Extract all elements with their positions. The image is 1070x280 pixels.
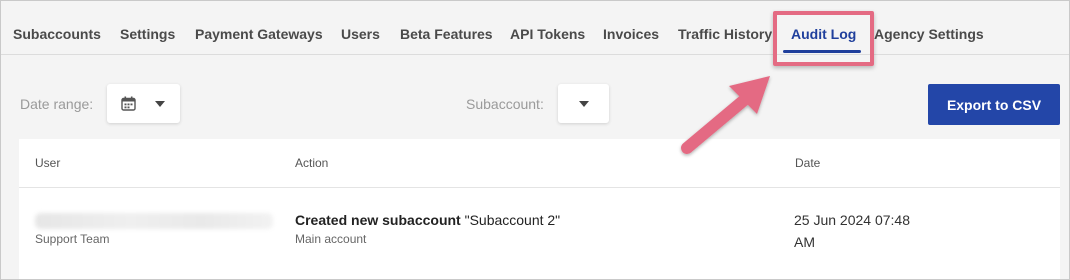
tab-settings[interactable]: Settings	[120, 26, 175, 42]
chevron-down-icon	[155, 101, 165, 107]
action-text: Created new subaccount "Subaccount 2"	[295, 212, 560, 228]
action-title: Created new subaccount	[295, 212, 461, 228]
tab-api-tokens[interactable]: API Tokens	[510, 26, 585, 42]
column-header-action: Action	[295, 156, 329, 170]
highlight-annotation-box	[773, 11, 874, 66]
tab-subaccounts[interactable]: Subaccounts	[13, 26, 101, 42]
tab-beta-features[interactable]: Beta Features	[400, 26, 493, 42]
pointer-arrow-annotation	[681, 76, 770, 154]
tab-payment-gateways[interactable]: Payment Gateways	[195, 26, 323, 42]
date-range-picker[interactable]	[107, 84, 180, 123]
redacted-user-name	[35, 213, 273, 229]
tab-invoices[interactable]: Invoices	[603, 26, 659, 42]
tab-agency-settings[interactable]: Agency Settings	[874, 26, 984, 42]
tab-users[interactable]: Users	[341, 26, 380, 42]
column-header-user: User	[35, 156, 61, 170]
subaccount-label: Subaccount:	[466, 96, 544, 112]
date-cell: 25 Jun 2024 07:48 AM	[794, 212, 910, 250]
audit-log-table: User Action Date Support Team Created ne…	[19, 139, 1060, 280]
tab-bar: Subaccounts Settings Payment Gateways Us…	[0, 0, 1070, 55]
subaccount-select[interactable]	[558, 84, 609, 123]
date-range-label: Date range:	[20, 96, 94, 112]
chevron-down-icon	[579, 101, 589, 107]
column-header-date: Date	[795, 156, 821, 170]
export-csv-button[interactable]: Export to CSV	[928, 84, 1060, 125]
action-subtext: Main account	[295, 232, 367, 246]
user-role: Support Team	[35, 232, 110, 246]
action-target: "Subaccount 2"	[464, 212, 561, 228]
table-header: User Action Date	[19, 139, 1060, 188]
tab-traffic-history[interactable]: Traffic History	[678, 26, 772, 42]
calendar-icon	[121, 96, 136, 111]
